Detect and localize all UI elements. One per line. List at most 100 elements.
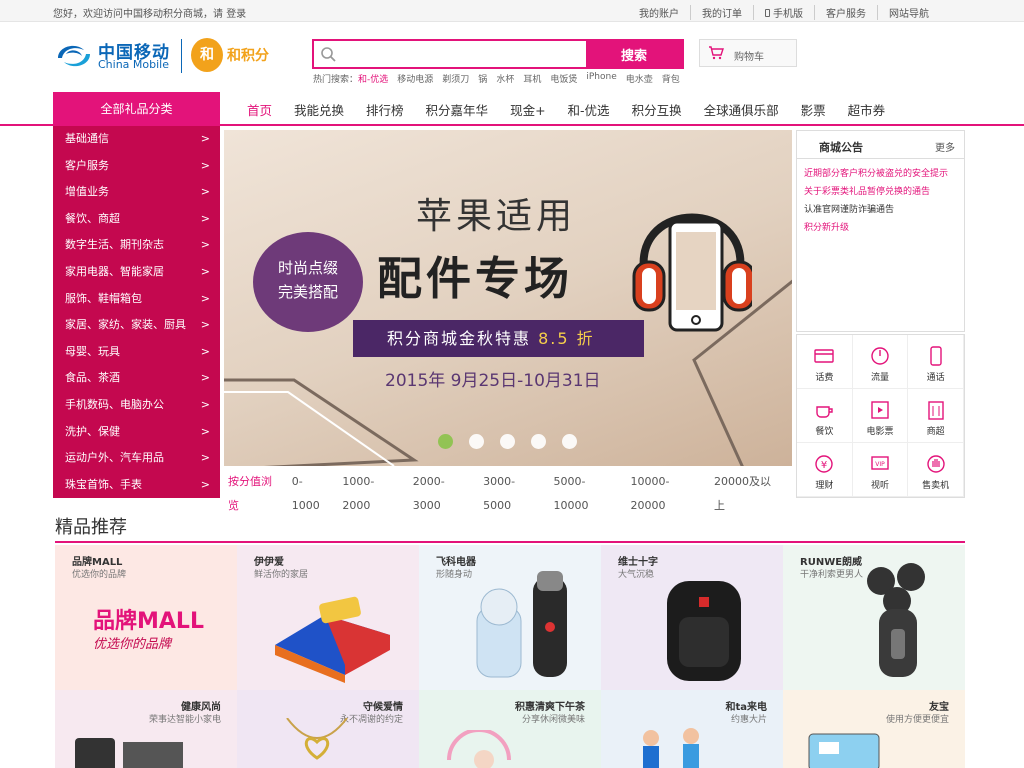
notice-item[interactable]: 认准官网谨防诈骗通告 xyxy=(797,201,964,219)
nav-gotone-club[interactable]: 全球通俱乐部 xyxy=(693,92,790,126)
category-item[interactable]: 手机数码、电脑办公 > xyxy=(53,392,220,419)
hot-search-item[interactable]: 耳机 xyxy=(523,72,541,85)
category-item[interactable]: 珠宝首饰、手表 > xyxy=(53,472,220,499)
hot-search-item[interactable]: 和-优选 xyxy=(358,72,388,85)
carousel-dot[interactable] xyxy=(531,434,546,449)
featured-tile[interactable]: 维士十字 大气沉稳 xyxy=(601,545,783,690)
service-movie-tickets[interactable]: 电影票 xyxy=(852,389,909,443)
category-item[interactable]: 家用电器、智能家居 > xyxy=(53,259,220,286)
featured-tile[interactable]: 品牌MALL 优选你的品牌 品牌MALL 优选你的品牌 xyxy=(55,545,237,690)
nav-cash-plus[interactable]: 现金+ xyxy=(499,92,556,126)
points-range-item[interactable]: 3000-5000 xyxy=(483,470,539,512)
hot-search-item[interactable]: 电饭煲 xyxy=(550,72,577,85)
featured-tile[interactable]: 友宝 使用方便更便宜 xyxy=(783,690,965,768)
category-item[interactable]: 服饰、鞋帽箱包 > xyxy=(53,286,220,313)
brand-mall-art: 品牌MALL xyxy=(93,609,204,634)
nav-he-select[interactable]: 和-优选 xyxy=(557,92,621,126)
points-range-item[interactable]: 1000-2000 xyxy=(342,470,398,512)
category-item[interactable]: 食品、茶酒 > xyxy=(53,365,220,392)
notice-more-link[interactable]: 更多 xyxy=(935,139,955,154)
featured-tile[interactable]: 和ta来电 约惠大片 xyxy=(601,690,783,768)
bedding-image xyxy=(275,596,390,683)
all-categories-button[interactable]: 全部礼品分类 xyxy=(53,92,220,126)
coffee-cup-icon xyxy=(816,406,834,418)
service-dining[interactable]: 餐饮 xyxy=(797,389,853,443)
carousel-dot[interactable] xyxy=(500,434,515,449)
chevron-right-icon: > xyxy=(200,477,210,491)
login-link[interactable]: 登录 xyxy=(226,9,246,20)
nav-ranking[interactable]: 排行榜 xyxy=(355,92,415,126)
points-range-item[interactable]: 20000及以上 xyxy=(714,470,778,512)
service-av[interactable]: VIP 视听 xyxy=(852,443,909,497)
featured-tile[interactable]: 守候爱情 永不凋谢的约定 xyxy=(237,690,419,768)
hot-search-item[interactable]: 电水壶 xyxy=(626,72,653,85)
service-label: 流量 xyxy=(870,373,889,383)
service-vending[interactable]: 售卖机 xyxy=(908,443,964,497)
cart-button[interactable]: 购物车 xyxy=(699,39,797,67)
carousel-dot[interactable] xyxy=(438,434,453,449)
category-item[interactable]: 家居、家纺、家装、厨具 > xyxy=(53,312,220,339)
featured-tile[interactable]: 伊伊爱 鲜活你的家居 xyxy=(237,545,419,690)
featured-tile[interactable]: 健康风尚 荣事达智能小家电 xyxy=(55,690,237,768)
category-label: 数字生活、期刊杂志 xyxy=(65,238,164,252)
category-item[interactable]: 增值业务 > xyxy=(53,179,220,206)
nav-carnival[interactable]: 积分嘉年华 xyxy=(415,92,500,126)
promo-banner[interactable]: 时尚点缀 完美搭配 苹果适用 配件专场 积分商城金秋特惠 8.5 折 2015年 … xyxy=(224,130,792,466)
featured-tile[interactable]: RUNWE朗威 干净利索更男人 xyxy=(783,545,965,690)
tile-title: 守候爱情 xyxy=(363,702,403,713)
category-item[interactable]: 运动户外、汽车用品 > xyxy=(53,445,220,472)
banner-promo-strip: 积分商城金秋特惠 8.5 折 xyxy=(353,320,644,357)
hot-search-item[interactable]: 背包 xyxy=(662,72,680,85)
points-range-item[interactable]: 0-1000 xyxy=(292,470,329,512)
tile-title: 维士十字 xyxy=(618,557,658,568)
my-orders-link[interactable]: 我的订单 xyxy=(690,5,753,20)
notice-header: 商城公告 更多 xyxy=(797,131,964,159)
category-item[interactable]: 洗护、保健 > xyxy=(53,419,220,446)
hot-search-item[interactable]: 移动电源 xyxy=(397,72,433,85)
category-item[interactable]: 母婴、玩具 > xyxy=(53,339,220,366)
service-data[interactable]: 流量 xyxy=(852,335,909,389)
category-item[interactable]: 客户服务 > xyxy=(53,153,220,180)
service-call[interactable]: 通话 xyxy=(908,335,964,389)
nav-supermarket-vouchers[interactable]: 超市券 xyxy=(837,92,897,126)
nav-redeemable[interactable]: 我能兑换 xyxy=(283,92,355,126)
notice-item[interactable]: 积分新升级 xyxy=(797,219,964,237)
hot-search-item[interactable]: 水杯 xyxy=(496,72,514,85)
points-range-item[interactable]: 5000-10000 xyxy=(554,470,617,512)
search-button[interactable]: 搜索 xyxy=(586,41,682,67)
banner-tag: 时尚点缀 完美搭配 xyxy=(253,232,363,332)
nav-movie-tickets[interactable]: 影票 xyxy=(790,92,837,126)
banner-date: 2015年 9月25日-10月31日 xyxy=(385,371,601,391)
customer-service-link[interactable]: 客户服务 xyxy=(814,5,877,20)
carousel-dot[interactable] xyxy=(562,434,577,449)
notice-item[interactable]: 近期部分客户积分被盗兑的安全提示 xyxy=(797,165,964,183)
service-phone-bill[interactable]: 话费 xyxy=(797,335,853,389)
nav-points-exchange[interactable]: 积分互换 xyxy=(621,92,693,126)
category-item[interactable]: 基础通信 > xyxy=(53,126,220,153)
search-icon xyxy=(321,47,336,62)
mobile-version-link[interactable]: 手机版 xyxy=(753,5,814,20)
site-nav-link[interactable]: 网站导航 xyxy=(877,5,940,20)
category-item[interactable]: 餐饮、商超 > xyxy=(53,206,220,233)
svg-text:VIP: VIP xyxy=(875,461,885,468)
featured-tile[interactable]: 飞科电器 形随身动 xyxy=(419,545,601,690)
featured-tile[interactable]: 积惠清爽下午茶 分享休闲微美味 xyxy=(419,690,601,768)
category-item[interactable]: 数字生活、期刊杂志 > xyxy=(53,232,220,259)
my-account-link[interactable]: 我的账户 xyxy=(628,5,690,20)
service-supermarket[interactable]: 商超 xyxy=(908,389,964,443)
notice-item[interactable]: 关于彩票类礼品暂停兑换的通告 xyxy=(797,183,964,201)
search-input[interactable] xyxy=(314,41,586,67)
hot-search-item[interactable]: 剃须刀 xyxy=(442,72,469,85)
category-label: 家居、家纺、家装、厨具 xyxy=(65,318,186,332)
carousel-dot[interactable] xyxy=(469,434,484,449)
china-mobile-logo[interactable]: 中国移动 China Mobile 和 和积分 xyxy=(54,36,294,78)
hot-search-item[interactable]: 锅 xyxy=(478,72,487,85)
points-range-label: 按分值浏览 xyxy=(228,475,272,512)
chevron-right-icon: > xyxy=(200,132,210,145)
points-range-item[interactable]: 2000-3000 xyxy=(413,470,469,512)
film-icon xyxy=(871,401,889,419)
points-range-item[interactable]: 10000-20000 xyxy=(631,470,701,512)
nav-home[interactable]: 首页 xyxy=(236,92,283,126)
service-finance[interactable]: ¥ 理财 xyxy=(797,443,853,497)
hot-search-item[interactable]: iPhone xyxy=(586,72,616,85)
